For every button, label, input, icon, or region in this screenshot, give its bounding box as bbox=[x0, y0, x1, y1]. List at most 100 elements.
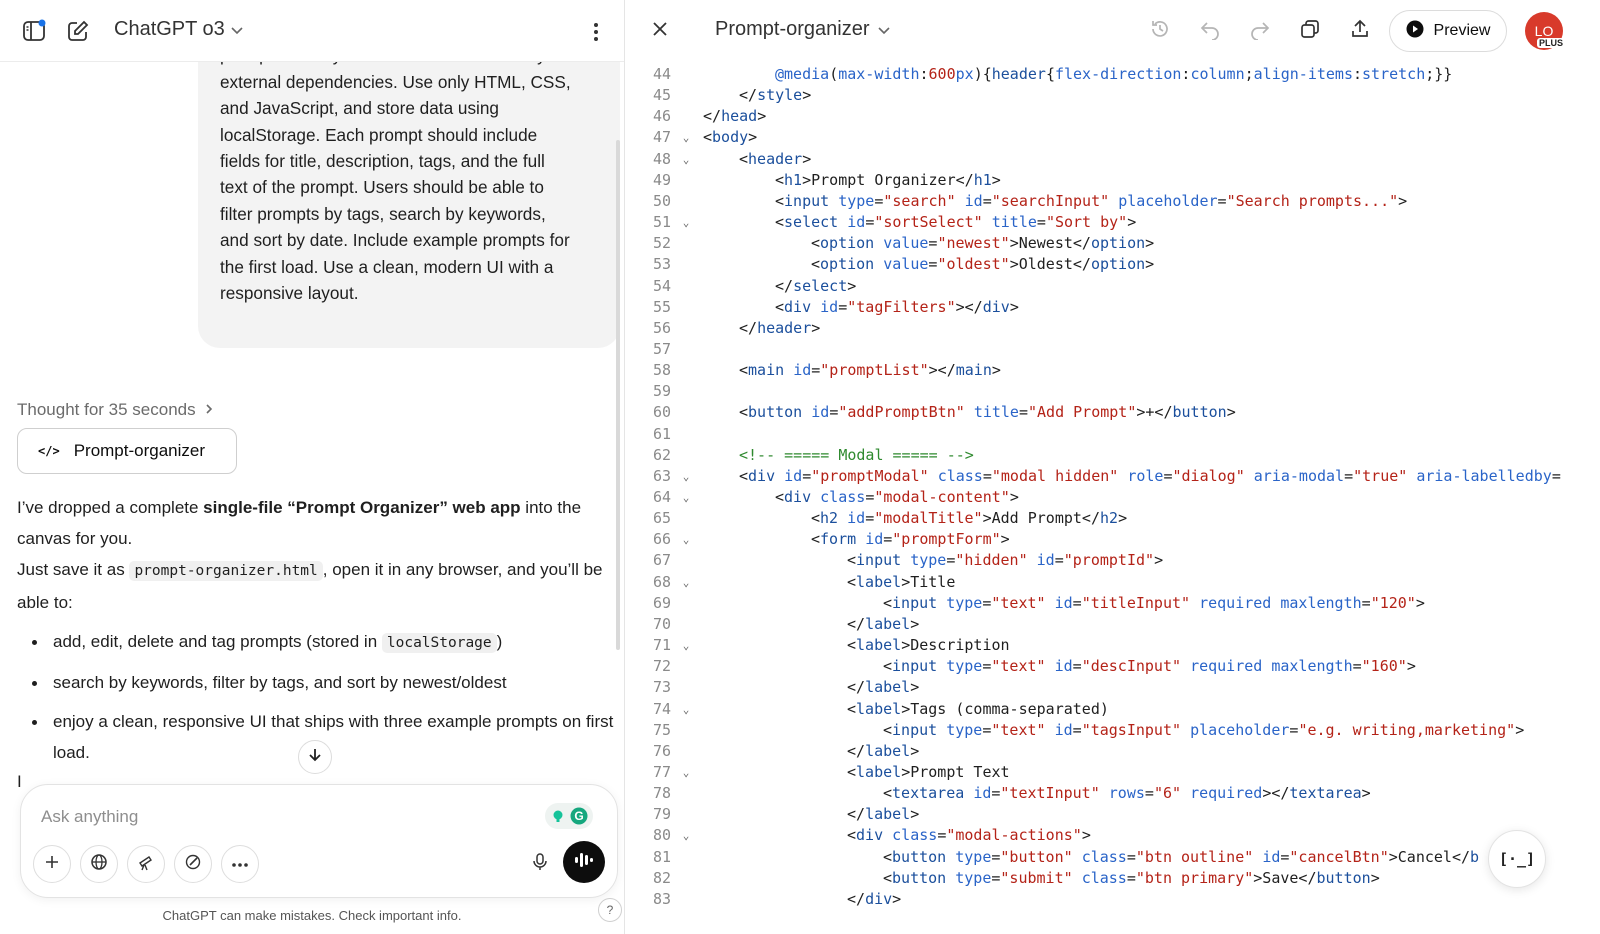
copy-button[interactable] bbox=[1293, 14, 1327, 48]
disclaimer: ChatGPT can make mistakes. Check importa… bbox=[162, 908, 462, 923]
inline-code: localStorage bbox=[381, 633, 497, 653]
code-token: < bbox=[703, 128, 713, 147]
voice-mode-button[interactable] bbox=[563, 841, 605, 883]
fold-chevron-icon[interactable]: ⌄ bbox=[679, 127, 693, 148]
web-search-button[interactable] bbox=[80, 845, 118, 883]
code-token: "promptForm" bbox=[892, 530, 1001, 549]
list-item: search by keywords, filter by tags, and … bbox=[17, 667, 617, 698]
code-token: = bbox=[1344, 466, 1354, 485]
code-token: h1 bbox=[973, 170, 992, 189]
fold-chevron-icon[interactable]: ⌄ bbox=[679, 466, 693, 487]
code-token: body bbox=[712, 128, 749, 147]
code-token: class bbox=[820, 488, 866, 506]
fold-chevron-icon[interactable]: ⌄ bbox=[679, 149, 693, 170]
code-line: 62 <!-- ===== Modal ===== --> bbox=[625, 445, 1600, 466]
code-token: "submit" bbox=[1000, 868, 1073, 887]
line-number: 81 bbox=[652, 847, 671, 866]
code-token: "6" bbox=[1153, 784, 1182, 803]
code-token: >Description bbox=[901, 636, 1010, 655]
code-text: <input type="text" id="descInput" requir… bbox=[883, 656, 1416, 677]
help-button[interactable]: ? bbox=[598, 898, 622, 922]
share-button[interactable] bbox=[1343, 14, 1377, 48]
chat-header: ChatGPT o3 bbox=[0, 0, 624, 62]
code-token: px bbox=[955, 65, 974, 83]
line-number: 53 bbox=[652, 255, 671, 274]
fold-chevron-icon[interactable]: ⌄ bbox=[679, 212, 693, 233]
code-line: 66 ⌄ <form id="promptForm"> bbox=[625, 529, 1600, 550]
prompt-input[interactable]: Ask anything bbox=[41, 807, 138, 827]
research-button[interactable] bbox=[127, 845, 165, 883]
dictate-button[interactable] bbox=[521, 845, 559, 883]
code-token: "120" bbox=[1370, 593, 1416, 612]
thought-toggle[interactable]: Thought for 35 seconds bbox=[17, 400, 214, 420]
code-token: > bbox=[1361, 784, 1371, 803]
scroll-down-button[interactable] bbox=[298, 740, 332, 774]
more-vertical-icon[interactable] bbox=[578, 14, 614, 50]
code-token: </ bbox=[775, 276, 794, 295]
code-token: <!-- ===== Modal ===== --> bbox=[739, 445, 974, 464]
canvas-chip[interactable]: </> Prompt-organizer bbox=[17, 428, 237, 474]
reply-text: I’ve dropped a complete bbox=[17, 498, 204, 517]
code-token: > bbox=[910, 678, 920, 697]
fold-chevron-icon[interactable]: ⌄ bbox=[679, 529, 693, 550]
preview-button[interactable]: Preview bbox=[1389, 10, 1507, 52]
redo-icon bbox=[1249, 18, 1271, 45]
code-token: id bbox=[973, 784, 992, 803]
code-token: title bbox=[991, 213, 1037, 232]
code-token: "Search prompts..." bbox=[1226, 191, 1399, 210]
line-number: 76 bbox=[652, 741, 671, 760]
fold-chevron-icon[interactable]: ⌄ bbox=[679, 487, 693, 508]
undo-button[interactable] bbox=[1193, 14, 1227, 48]
code-token: input bbox=[892, 657, 938, 676]
chat-scrollbar[interactable] bbox=[616, 140, 620, 650]
code-token: < bbox=[811, 509, 821, 528]
code-token: < bbox=[847, 636, 857, 655]
line-number: 72 bbox=[652, 657, 671, 676]
code-token: ( bbox=[829, 65, 839, 83]
code-token: type bbox=[955, 868, 992, 887]
redo-button[interactable] bbox=[1243, 14, 1277, 48]
brush-icon bbox=[184, 853, 202, 876]
fold-chevron-icon[interactable]: ⌄ bbox=[679, 572, 693, 593]
canvas-chip-label: Prompt-organizer bbox=[73, 441, 206, 460]
version-history-button[interactable] bbox=[1143, 14, 1177, 48]
code-token: > bbox=[1145, 234, 1155, 253]
code-actions-button[interactable]: [·_] bbox=[1488, 830, 1546, 888]
code-text: <select id="sortSelect" title="Sort by"> bbox=[775, 212, 1136, 233]
code-line: 76 </label> bbox=[625, 741, 1600, 762]
code-token: { bbox=[1045, 65, 1055, 83]
code-line: 64 ⌄ <div class="modal-content"> bbox=[625, 487, 1600, 508]
code-line: 45 </style> bbox=[625, 85, 1600, 106]
canvas-title[interactable]: Prompt-organizer bbox=[715, 18, 890, 41]
code-token: "cancelBtn" bbox=[1289, 847, 1389, 866]
model-selector[interactable]: ChatGPT o3 bbox=[114, 18, 243, 41]
code-token: label bbox=[865, 741, 911, 760]
more-tools-button[interactable] bbox=[221, 845, 259, 883]
fold-chevron-icon[interactable]: ⌄ bbox=[679, 825, 693, 846]
reply-paragraph-2: Just save it as prompt-organizer.html, o… bbox=[17, 554, 617, 618]
grammarly-icon[interactable]: G bbox=[545, 803, 593, 829]
voice-waveform-icon bbox=[573, 851, 595, 874]
add-attachment-button[interactable] bbox=[33, 845, 71, 883]
code-line: 78 <textarea id="textInput" rows="6" requ… bbox=[625, 783, 1600, 804]
reply-bold-text: single-file “Prompt Organizer” web app bbox=[203, 498, 521, 517]
code-token: = bbox=[1361, 593, 1371, 612]
code-token: id bbox=[811, 403, 830, 422]
code-text: <form id="promptForm"> bbox=[811, 529, 1010, 550]
image-tool-button[interactable] bbox=[174, 845, 212, 883]
code-token: > bbox=[1118, 509, 1128, 528]
preview-label: Preview bbox=[1433, 22, 1491, 39]
code-token: main bbox=[748, 361, 785, 380]
compose-icon[interactable] bbox=[60, 13, 96, 49]
fold-chevron-icon[interactable]: ⌄ bbox=[679, 762, 693, 783]
code-token: = bbox=[1126, 847, 1136, 866]
fold-chevron-icon[interactable]: ⌄ bbox=[679, 699, 693, 720]
close-canvas-button[interactable] bbox=[643, 14, 677, 48]
inline-code: prompt-organizer.html bbox=[129, 561, 323, 581]
code-editor[interactable]: 44 @media(max-width:600px){header{flex-di… bbox=[625, 64, 1600, 934]
fold-chevron-icon[interactable]: ⌄ bbox=[679, 635, 693, 656]
code-token: < bbox=[775, 170, 785, 189]
sidebar-icon[interactable] bbox=[16, 13, 52, 49]
